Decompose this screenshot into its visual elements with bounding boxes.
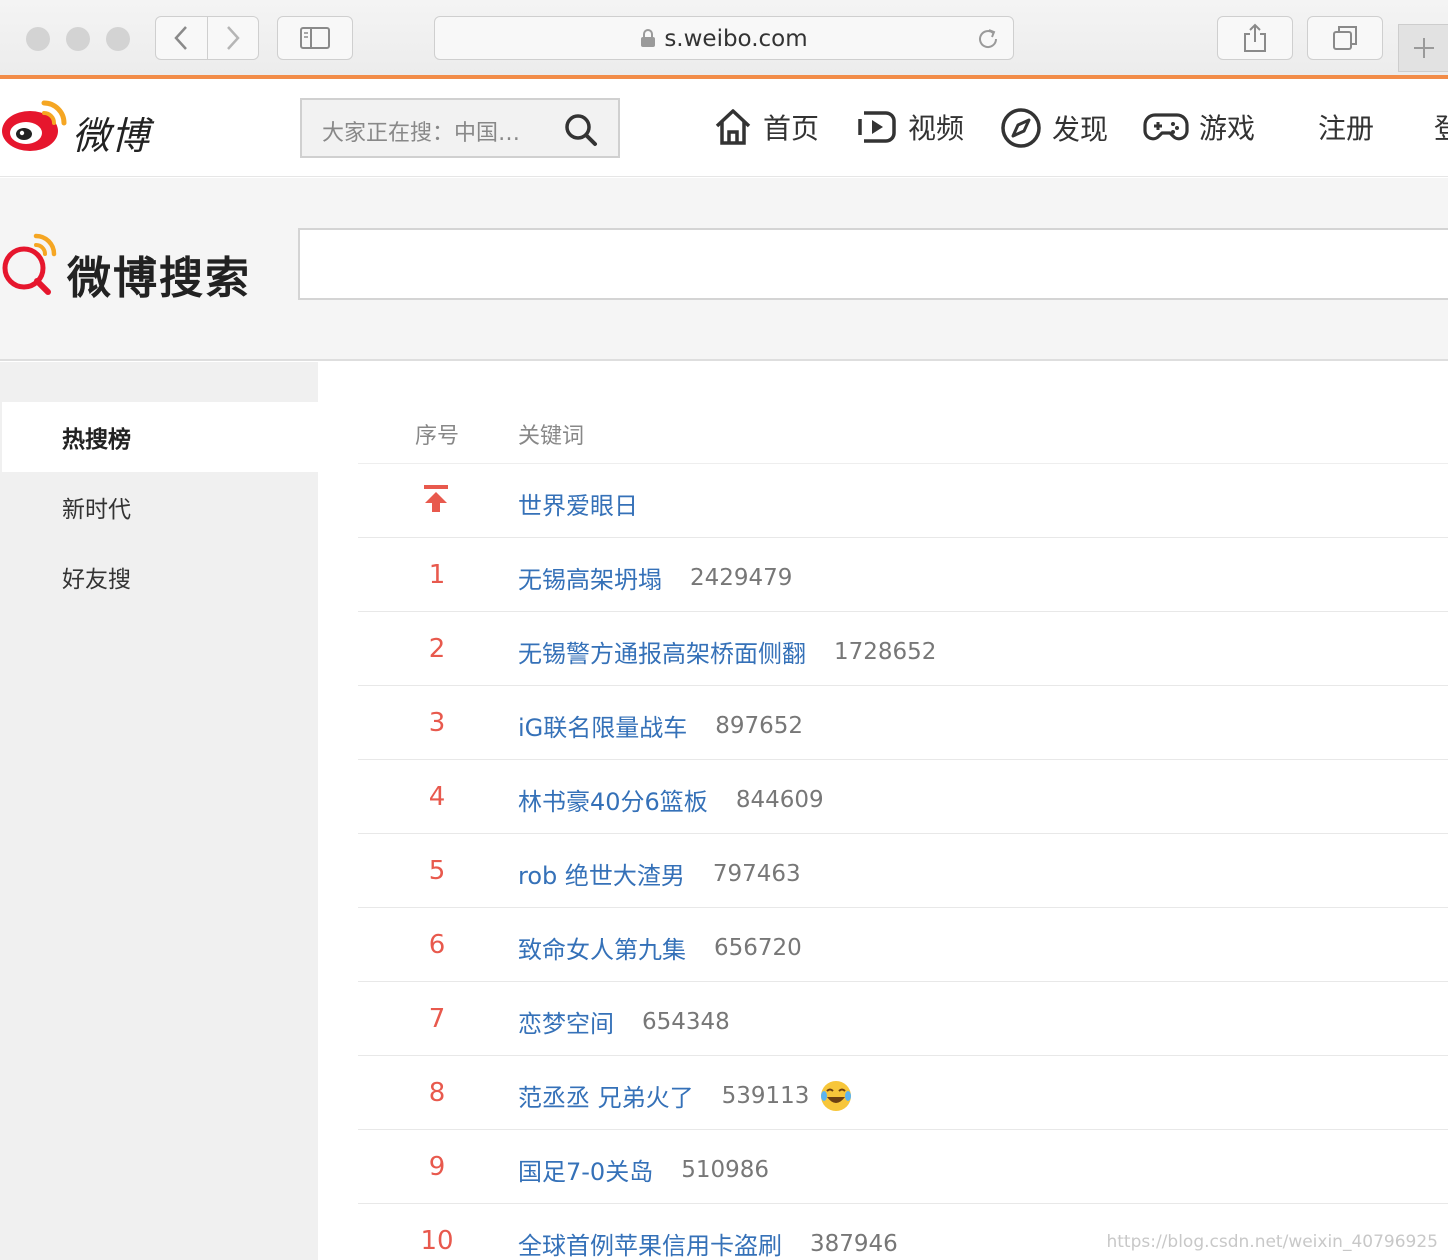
nav-video-label: 视频	[908, 112, 965, 145]
nav-discover-label: 发现	[1052, 113, 1109, 146]
rank-number: 2	[428, 634, 446, 664]
search-icon[interactable]	[564, 113, 598, 147]
video-icon	[858, 111, 896, 143]
table-row: 6 致命女人第九集 656720	[358, 908, 1448, 982]
reload-icon[interactable]	[975, 26, 1001, 52]
chevron-left-icon	[174, 26, 188, 50]
keyword-link[interactable]: 无锡高架坍塌	[518, 560, 662, 595]
sidebar-item-hot-search[interactable]: 热搜榜	[2, 402, 318, 472]
forward-button[interactable]	[206, 17, 258, 59]
weibo-search-logo-icon	[2, 233, 57, 295]
chevron-right-icon	[227, 26, 240, 50]
rank-column-header: 序号	[415, 424, 460, 449]
table-header: 序号 关键词	[358, 392, 1448, 464]
rank-number: 4	[428, 782, 446, 812]
tabs-overview-button[interactable]	[1307, 16, 1383, 60]
table-row: 7 恋梦空间 654348	[358, 982, 1448, 1056]
nav-discover[interactable]: 发现	[1000, 107, 1108, 149]
weibo-logo-icon[interactable]	[0, 93, 70, 155]
back-button[interactable]	[156, 17, 207, 59]
pinned-keyword-link[interactable]: 世界爱眼日	[518, 486, 638, 521]
keyword-link[interactable]: 无锡警方通报高架桥面侧翻	[518, 634, 806, 669]
sidebar: 热搜榜 新时代 好友搜	[0, 362, 318, 1260]
keyword-link[interactable]: 林书豪40分6篮板	[518, 782, 708, 817]
browser-toolbar: s.weibo.com	[0, 0, 1448, 76]
site-header: 微博 大家正在搜：中国… 首页 视频 发现 游戏 注册 登	[0, 79, 1448, 177]
home-icon	[715, 109, 751, 145]
table-row: 9 国足7-0关岛 510986	[358, 1130, 1448, 1204]
search-count: 656720	[714, 934, 802, 961]
keyword-link[interactable]: iG联名限量战车	[518, 708, 687, 743]
rank-number: 10	[420, 1226, 454, 1256]
gamepad-icon	[1143, 113, 1189, 141]
keyword-link[interactable]: 国足7-0关岛	[518, 1152, 653, 1187]
search-banner: 微博搜索	[0, 178, 1448, 361]
search-count: 510986	[681, 1156, 770, 1183]
keyword-link[interactable]: 致命女人第九集	[518, 930, 686, 965]
keyword-link[interactable]: rob 绝世大渣男	[518, 856, 685, 891]
nav-games-label: 游戏	[1199, 112, 1256, 145]
hot-search-table: 序号 关键词 世界爱眼日 1 无锡高架坍塌 2429479 2 无锡警方通报高架桥…	[318, 362, 1448, 1260]
search-page-title: 微博搜索	[67, 253, 251, 304]
rank-number: 1	[428, 560, 446, 590]
laughing-tears-icon	[821, 1080, 852, 1111]
keyword-column-header: 关键词	[518, 424, 585, 449]
table-row: 3 iG联名限量战车 897652	[358, 686, 1448, 760]
new-tab-button[interactable]	[1398, 24, 1448, 72]
history-nav	[155, 16, 259, 60]
sidebar-icon	[300, 27, 330, 49]
share-button[interactable]	[1217, 16, 1293, 60]
nav-games[interactable]: 游戏	[1143, 107, 1255, 147]
close-window-button[interactable]	[26, 27, 50, 51]
register-link[interactable]: 注册	[1318, 107, 1374, 147]
plus-icon	[1414, 38, 1434, 58]
search-count: 844609	[735, 786, 824, 813]
minimize-window-button[interactable]	[66, 27, 90, 51]
pinned-top-icon	[424, 485, 448, 512]
tabs-icon	[1333, 26, 1357, 50]
search-count: 654348	[642, 1008, 730, 1035]
url-text: s.weibo.com	[664, 26, 808, 52]
search-count: 797463	[712, 860, 801, 887]
table-row: 8 范丞丞 兄弟火了 539113	[358, 1056, 1448, 1130]
login-link[interactable]: 登	[1434, 107, 1448, 147]
nav-video[interactable]: 视频	[856, 107, 964, 147]
rank-number: 9	[428, 1152, 446, 1182]
nav-home-label: 首页	[763, 112, 820, 145]
address-bar[interactable]: s.weibo.com	[434, 16, 1014, 60]
table-row: 4 林书豪40分6篮板 844609	[358, 760, 1448, 834]
brand-name[interactable]: 微博	[72, 105, 150, 160]
search-count: 387946	[810, 1230, 898, 1257]
rank-number: 3	[428, 708, 446, 738]
zoom-window-button[interactable]	[106, 27, 130, 51]
watermark: https://blog.csdn.net/weixin_40796925	[1106, 1232, 1438, 1252]
table-row: 2 无锡警方通报高架桥面侧翻 1728652	[358, 612, 1448, 686]
pinned-row: 世界爱眼日	[358, 464, 1448, 538]
compass-icon	[1001, 108, 1041, 148]
header-search-placeholder: 大家正在搜：中国…	[322, 121, 521, 146]
share-icon	[1244, 23, 1266, 52]
search-count: 1728652	[834, 638, 937, 665]
keyword-link[interactable]: 恋梦空间	[518, 1004, 614, 1039]
rank-number: 5	[428, 856, 446, 886]
main-search-input[interactable]	[298, 228, 1448, 300]
search-count: 539113	[721, 1082, 810, 1109]
search-count: 2429479	[690, 564, 793, 591]
rank-number: 8	[428, 1078, 446, 1108]
sidebar-toggle-button[interactable]	[277, 16, 353, 60]
keyword-link[interactable]: 范丞丞 兄弟火了	[518, 1078, 694, 1113]
table-row: 1 无锡高架坍塌 2429479	[358, 538, 1448, 612]
table-row: 5 rob 绝世大渣男 797463	[358, 834, 1448, 908]
rank-number: 6	[428, 930, 446, 960]
sidebar-item-friend-search[interactable]: 好友搜	[2, 542, 318, 612]
nav-home[interactable]: 首页	[713, 107, 819, 147]
header-search-box[interactable]: 大家正在搜：中国…	[300, 98, 620, 158]
sidebar-item-new-era[interactable]: 新时代	[2, 472, 318, 542]
search-count: 897652	[715, 712, 804, 739]
rank-number: 7	[428, 1004, 446, 1034]
keyword-link[interactable]: 全球首例苹果信用卡盗刷	[518, 1226, 782, 1260]
